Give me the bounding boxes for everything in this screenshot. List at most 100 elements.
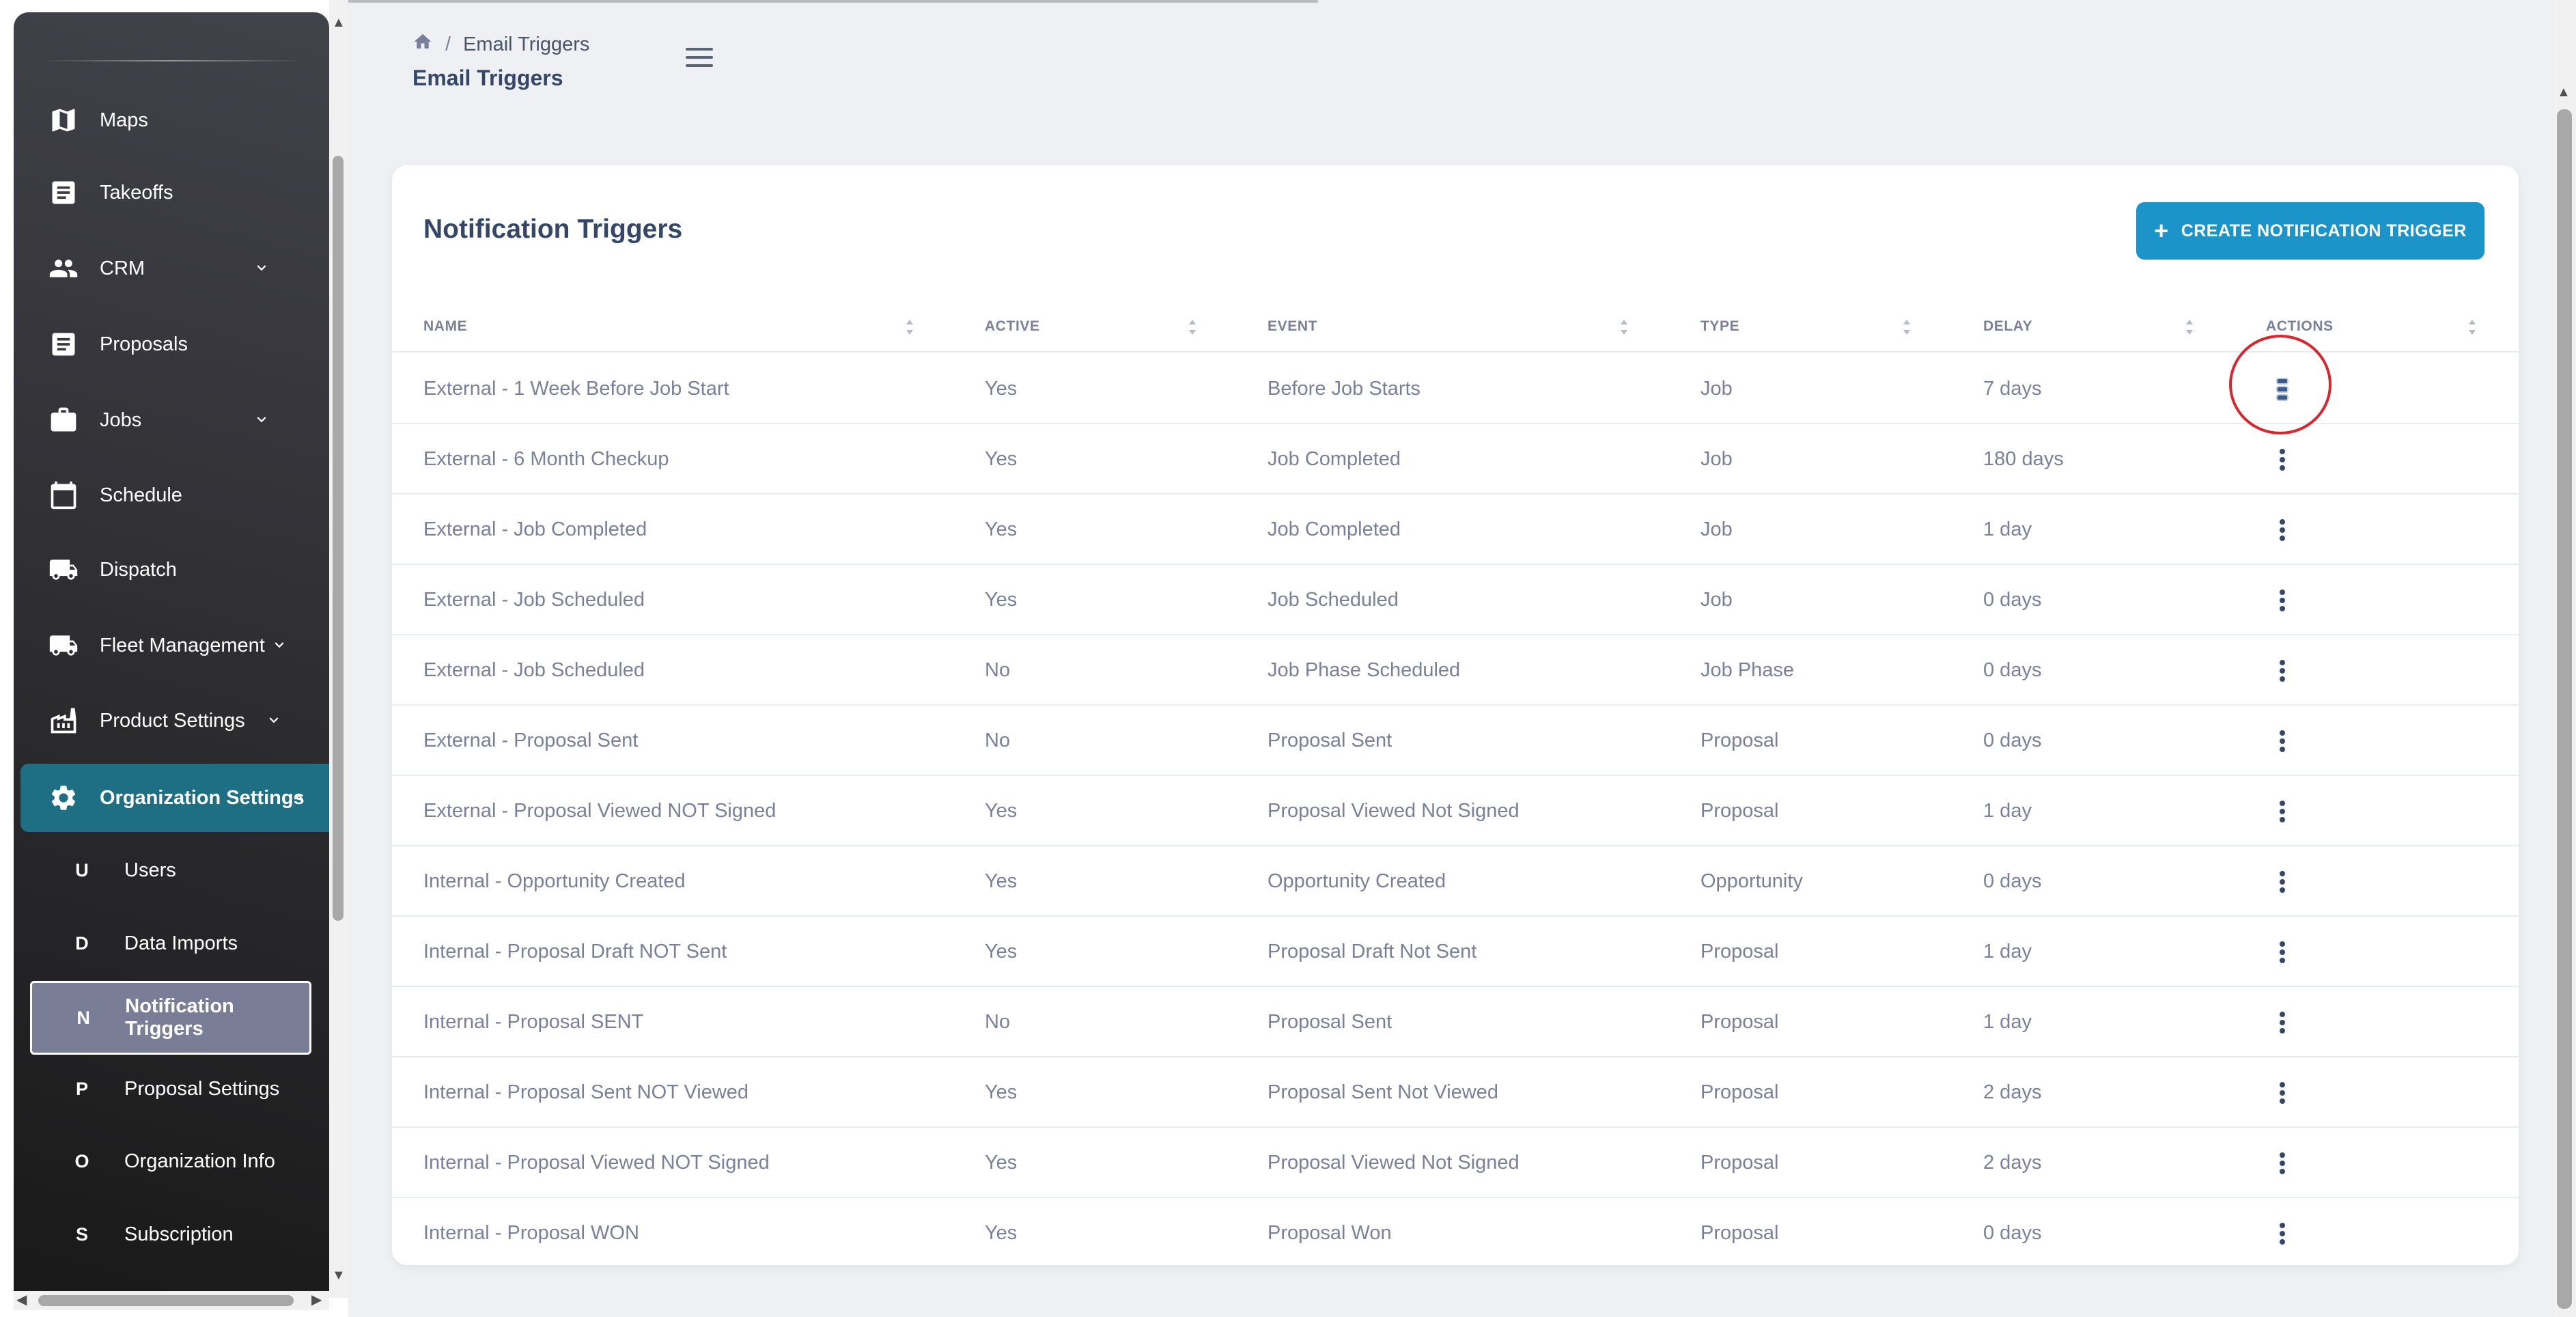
sidebar-item-label: Takeoffs (100, 181, 173, 204)
cell-name: Internal - Proposal Draft NOT Sent (423, 941, 727, 962)
cell-event: Opportunity Created (1268, 870, 1446, 892)
cell-event: Proposal Sent Not Viewed (1268, 1081, 1499, 1103)
sidebar-subitem-proposal-settings[interactable]: P Proposal Settings (20, 1056, 316, 1122)
sidebar-subitem-letter: N (76, 1007, 90, 1028)
cell-delay: 0 days (1983, 589, 2042, 611)
sidebar-item-label: Dispatch (100, 558, 177, 581)
factory-icon (46, 704, 81, 738)
sidebar-item-takeoffs[interactable]: Takeoffs (20, 160, 316, 225)
sidebar-item-maps[interactable]: Maps (20, 87, 316, 153)
cell-delay: 0 days (1983, 1222, 2042, 1244)
cell-event: Proposal Draft Not Sent (1268, 941, 1477, 962)
table-row[interactable]: External - 1 Week Before Job Start Yes Bef… (392, 335, 2519, 434)
page-vertical-scroll-thumb[interactable] (2557, 109, 2572, 1309)
sidebar-item-jobs[interactable]: Jobs (20, 387, 316, 453)
sidebar-subitem-label: Organization Info (124, 1150, 275, 1172)
cell-name: Internal - Proposal WON (423, 1222, 639, 1244)
more-vertical-icon[interactable] (2270, 447, 2295, 472)
page-title: Email Triggers (412, 66, 563, 90)
sidebar-horizontal-scroll-thumb[interactable] (38, 1295, 294, 1306)
cell-event: Job Scheduled (1268, 589, 1399, 611)
cell-active: Yes (985, 1222, 1018, 1244)
scroll-left-arrow-icon[interactable]: ◀ (16, 1291, 27, 1308)
table-row[interactable]: Internal - Proposal Sent NOT Viewed Yes Pr… (392, 1057, 2519, 1128)
more-vertical-icon[interactable] (2270, 870, 2295, 894)
more-vertical-icon[interactable] (2270, 1010, 2295, 1035)
cell-active: Yes (985, 941, 1018, 962)
sort-icon[interactable] (906, 320, 914, 335)
scroll-right-arrow-icon[interactable]: ▶ (311, 1291, 322, 1308)
cell-delay: 2 days (1983, 1081, 2042, 1103)
more-vertical-icon[interactable] (2270, 1221, 2295, 1246)
breadcrumb-separator: / (445, 33, 451, 55)
column-header-label: EVENT (1268, 318, 1318, 334)
more-vertical-icon[interactable] (2270, 1081, 2295, 1105)
table-row[interactable]: Internal - Proposal WON Yes Proposal Won Pr… (392, 1198, 2519, 1269)
sidebar-subitem-letter: P (75, 1078, 88, 1099)
sidebar-subitem-organization-info[interactable]: O Organization Info (20, 1128, 316, 1194)
sort-icon[interactable] (1620, 320, 1628, 335)
column-header-delay[interactable]: DELAY (1983, 301, 2032, 352)
create-button-label: CREATE NOTIFICATION TRIGGER (2181, 221, 2467, 240)
cell-delay: 1 day (1983, 518, 2032, 540)
cell-type: Job (1700, 378, 1733, 400)
sidebar-vertical-scroll-thumb[interactable] (333, 156, 344, 921)
hamburger-menu-icon[interactable] (686, 48, 713, 71)
sort-icon[interactable] (1188, 320, 1196, 335)
more-vertical-icon[interactable] (2270, 729, 2295, 753)
table-row[interactable]: External - Job Completed Yes Job Completed… (392, 495, 2519, 565)
briefcase-icon (46, 403, 81, 437)
table-row[interactable]: External - 6 Month Checkup Yes Job Complet… (392, 424, 2519, 495)
more-vertical-icon[interactable] (2270, 1151, 2295, 1176)
sidebar-item-schedule[interactable]: Schedule (20, 462, 316, 528)
more-vertical-icon[interactable] (2270, 658, 2295, 683)
sidebar-subitem-data-imports[interactable]: D Data Imports (20, 911, 316, 976)
table-row[interactable]: Internal - Proposal Viewed NOT Signed Yes… (392, 1128, 2519, 1198)
cell-delay: 180 days (1983, 448, 2064, 470)
sidebar-subitem-users[interactable]: U Users (20, 837, 316, 903)
cell-active: Yes (985, 1081, 1018, 1103)
scroll-down-arrow-icon[interactable]: ▼ (332, 1268, 346, 1284)
column-header-active[interactable]: ACTIVE (985, 301, 1040, 352)
sidebar-item-fleet-management[interactable]: Fleet Management (20, 613, 316, 678)
sidebar-item-dispatch[interactable]: Dispatch (20, 537, 316, 602)
scroll-up-arrow-icon[interactable]: ▲ (332, 15, 346, 31)
sidebar-item-product-settings[interactable]: Product Settings (20, 688, 316, 753)
column-header-event[interactable]: EVENT (1268, 301, 1317, 352)
cell-type: Proposal (1700, 1152, 1779, 1174)
chevron-down-icon (270, 636, 288, 654)
map-icon (46, 103, 81, 137)
sidebar-container: Maps Takeoffs CRM Proposals Jobs Schedul… (0, 0, 348, 1317)
sort-icon[interactable] (2468, 320, 2476, 335)
chevron-down-icon (253, 259, 270, 277)
sort-icon[interactable] (2185, 320, 2194, 335)
cell-delay: 1 day (1983, 1011, 2032, 1033)
sidebar-subitem-notification-triggers[interactable]: N Notification Triggers (30, 981, 311, 1055)
more-vertical-icon[interactable] (2270, 518, 2295, 542)
sidebar-item-crm[interactable]: CRM (20, 236, 316, 301)
sidebar-item-organization-settings[interactable]: Organization Settings (20, 764, 329, 832)
sort-icon[interactable] (1903, 320, 1911, 335)
sidebar-item-proposals[interactable]: Proposals (20, 311, 316, 377)
more-vertical-icon[interactable] (2270, 588, 2295, 613)
create-notification-trigger-button[interactable]: + CREATE NOTIFICATION TRIGGER (2136, 202, 2484, 260)
sidebar-subitem-label: Notification Triggers (125, 995, 234, 1040)
cell-type: Proposal (1700, 1222, 1779, 1244)
more-vertical-icon[interactable] (2270, 799, 2295, 824)
table-row[interactable]: External - Proposal Sent No Proposal Sent P… (392, 706, 2519, 776)
sidebar-subitem-subscription[interactable]: S Subscription (20, 1202, 316, 1267)
column-header-type[interactable]: TYPE (1700, 301, 1739, 352)
table-row[interactable]: Internal - Proposal Draft NOT Sent Yes Pro… (392, 917, 2519, 987)
table-row[interactable]: Internal - Opportunity Created Yes Opportu… (392, 846, 2519, 917)
cell-active: Yes (985, 448, 1018, 470)
table-row[interactable]: Internal - Proposal SENT No Proposal Sent P… (392, 987, 2519, 1057)
cell-name: Internal - Proposal Viewed NOT Signed (423, 1152, 770, 1174)
scroll-up-arrow-icon[interactable]: ▲ (2557, 85, 2571, 100)
table-row[interactable]: External - Job Scheduled No Job Phase Sche… (392, 635, 2519, 706)
home-icon[interactable] (412, 31, 433, 57)
more-vertical-icon[interactable] (2270, 940, 2295, 965)
table-row[interactable]: External - Proposal Viewed NOT Signed Yes… (392, 776, 2519, 846)
column-header-name[interactable]: NAME (423, 301, 467, 352)
table-row[interactable]: External - Job Scheduled Yes Job Scheduled… (392, 565, 2519, 635)
column-header-label: DELAY (1983, 318, 2033, 334)
